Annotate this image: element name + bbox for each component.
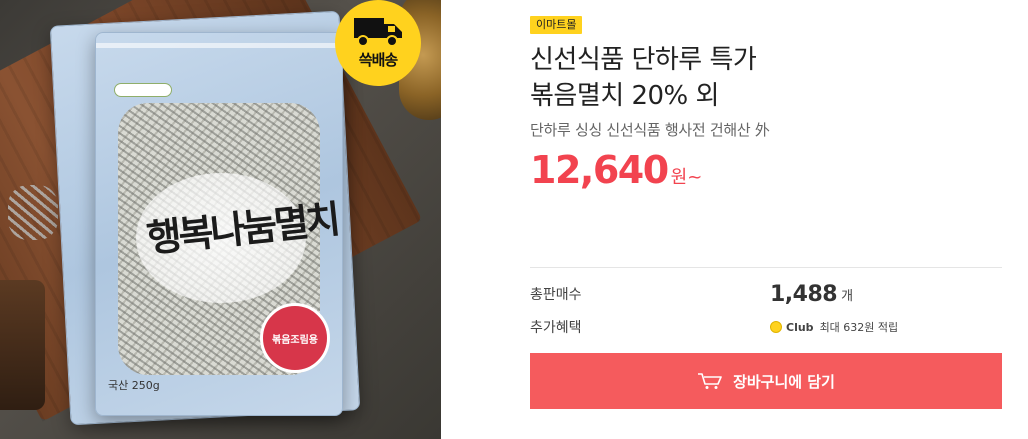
delivery-badge-label: 쓱배송 — [358, 51, 398, 69]
loose-anchovies-decor — [8, 185, 58, 240]
sales-label: 총판매수 — [530, 287, 582, 303]
add-to-cart-button[interactable]: 장바구니에 담기 — [530, 353, 1002, 409]
shopping-cart-icon — [698, 373, 722, 389]
product-info-panel: 이마트몰 신선식품 단하루 특가 볶음멸치 20% 외 단하루 싱싱 신선식품 … — [530, 0, 1002, 439]
product-title-line1: 신선식품 단하루 특가 — [530, 45, 757, 75]
wooden-bowl-decor — [0, 280, 45, 410]
club-label: Club — [786, 320, 814, 334]
store-badge[interactable]: 이마트몰 — [530, 16, 583, 34]
anchovy-bag-front: 행복나눔멸치 볶음조림용 국산 250g — [95, 32, 343, 416]
price-value: 12,640 — [530, 148, 669, 192]
bag-weight-label: 국산 250g — [108, 379, 160, 392]
add-to-cart-label: 장바구니에 담기 — [733, 372, 835, 391]
price-row: 12,640 원 ~ — [530, 148, 702, 192]
product-title: 신선식품 단하루 특가 볶음멸치 20% 외 — [530, 42, 1002, 114]
product-title-line2: 볶음멸치 20% 외 — [530, 81, 719, 111]
sales-count-row: 총판매수 1,488 개 — [530, 281, 1002, 307]
benefit-label: 추가혜택 — [530, 320, 582, 336]
benefit-text: 최대 632원 적립 — [819, 321, 899, 334]
bag-brand-logo — [114, 83, 172, 97]
price-suffix: ~ — [687, 167, 703, 188]
delivery-badge: 쓱배송 — [335, 0, 421, 86]
sales-count: 1,488 — [770, 281, 838, 307]
delivery-truck-icon — [354, 18, 402, 47]
section-divider — [530, 267, 1002, 268]
benefit-row: 추가혜택 Club 최대 632원 적립 — [530, 315, 1002, 339]
product-subtitle: 단하루 싱싱 신선식품 행사전 건해산 外 — [530, 121, 770, 139]
club-icon — [770, 321, 782, 333]
sales-unit: 개 — [841, 288, 854, 304]
bag-zipper — [96, 43, 342, 48]
bag-stamp: 볶음조림용 — [260, 303, 330, 373]
product-image[interactable]: 행복나눔멸치 볶음조림용 국산 250g 쓱배송 — [0, 0, 441, 439]
price-unit: 원 — [670, 167, 688, 188]
